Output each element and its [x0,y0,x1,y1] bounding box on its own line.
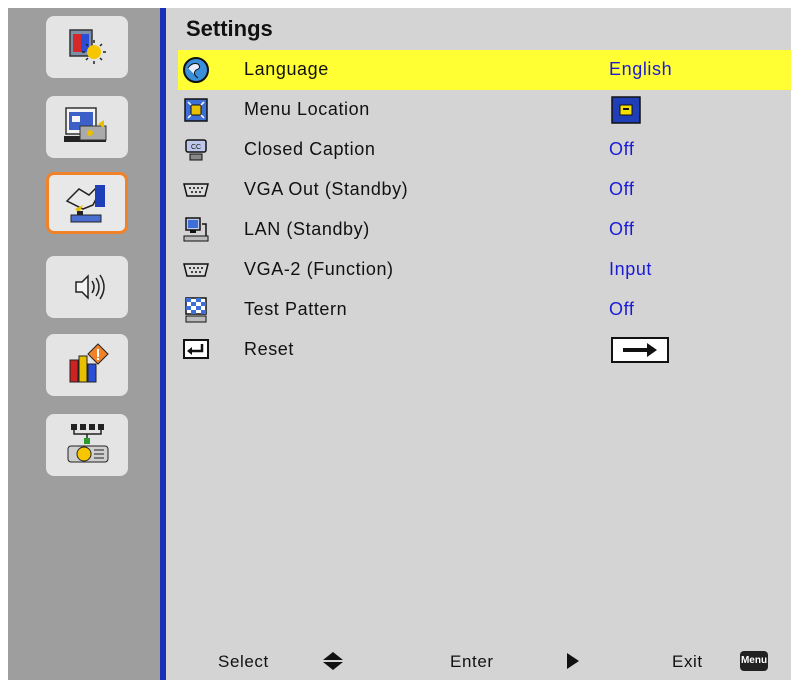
test-pattern-icon [185,297,207,323]
page-title: Settings [186,16,273,41]
svg-text:CC: CC [191,144,201,151]
menu-item-closed-caption[interactable]: CC Closed Caption Off [178,130,791,170]
menu-item-test-pattern[interactable]: Test Pattern Off [178,290,791,330]
menu-item-value: Off [609,179,635,199]
footer-enter-label: Enter [450,652,494,671]
menu-item-label: Closed Caption [244,139,376,159]
menu-item-label: VGA-2 (Function) [244,259,394,279]
closed-caption-icon: CC [185,139,207,161]
osd-screen: Settings Language English Menu Location [8,8,791,680]
sidebar [8,8,160,680]
menu-item-lan[interactable]: LAN (Standby) Off [178,210,791,250]
menu-item-label: VGA Out (Standby) [244,179,409,199]
menu-item-reset[interactable]: Reset [178,330,791,370]
lan-icon [183,217,209,242]
menu-item-label: LAN (Standby) [244,219,370,239]
menu-key-icon: Menu [740,651,768,671]
menu-item-value: English [609,59,673,79]
menu-location-value-icon [611,96,641,124]
vga-port-icon [183,263,209,277]
tab-options[interactable] [46,334,128,396]
tab-audio[interactable] [46,256,128,318]
right-arrow-icon [567,653,579,669]
return-icon [183,339,209,359]
setup-tab-icon [65,185,105,223]
footer-select-label: Select [218,652,269,671]
tab-display[interactable] [46,96,128,158]
tab-network[interactable] [46,414,128,476]
globe-icon [183,57,209,83]
menu-item-language[interactable]: Language English [178,50,791,90]
settings-menu: Language English Menu Location CC Closed… [178,50,791,370]
menu-item-menu-location[interactable]: Menu Location [178,90,791,130]
options-tab-icon [69,343,109,383]
footer-exit-label: Exit [672,652,703,671]
menu-item-vga-2[interactable]: VGA-2 (Function) Input [178,250,791,290]
menu-item-value: Off [609,219,635,239]
display-tab-icon [64,107,107,142]
tab-setup[interactable] [46,172,128,234]
menu-item-label: Reset [244,339,295,359]
menu-item-value: Off [609,299,635,319]
enter-arrow-icon[interactable] [611,337,669,363]
menu-item-vga-out[interactable]: VGA Out (Standby) Off [178,170,791,210]
menu-location-icon [184,98,208,122]
audio-tab-icon [75,274,105,300]
network-tab-icon [67,424,109,463]
menu-item-value: Off [609,139,635,159]
divider [160,8,166,680]
footer-help: Select Enter Exit Menu [166,640,791,680]
menu-item-value: Input [609,259,653,279]
menu-item-label: Language [244,59,329,79]
menu-item-label: Menu Location [244,99,370,119]
menu-item-label: Test Pattern [244,299,348,319]
vga-port-icon [183,183,209,197]
image-tab-icon [69,29,106,64]
tab-image[interactable] [46,16,128,78]
up-down-arrow-icon [323,652,343,670]
